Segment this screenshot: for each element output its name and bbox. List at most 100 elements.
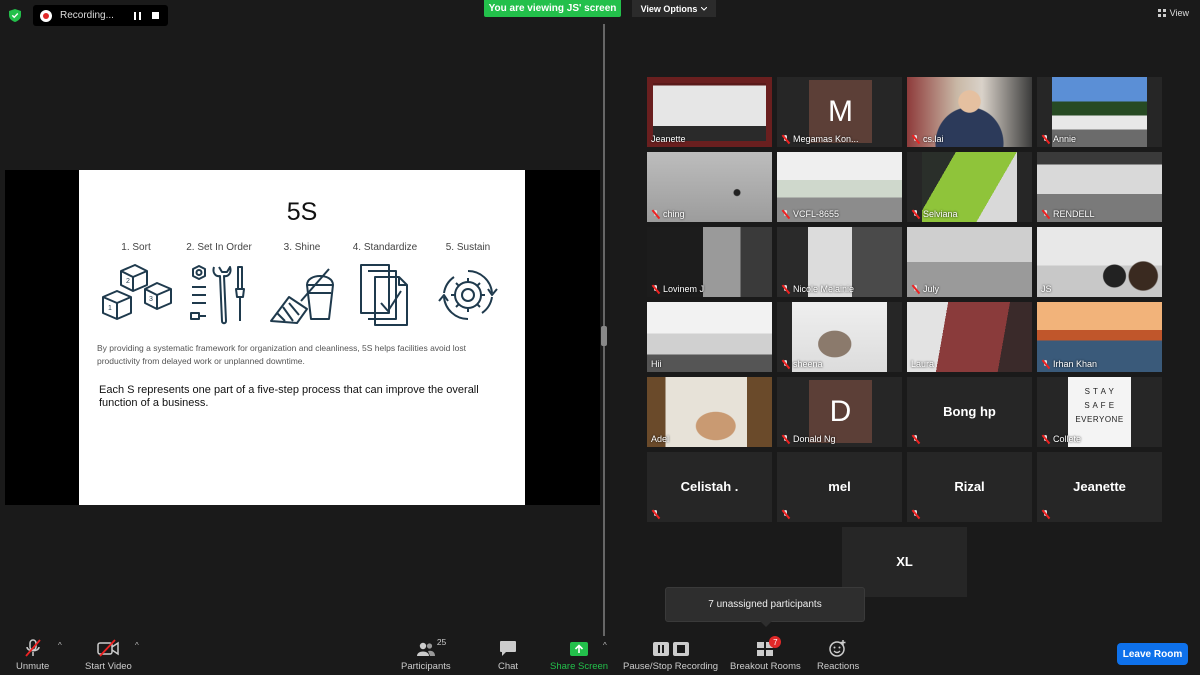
participants-button[interactable]: 25 Participants: [401, 637, 451, 672]
participant-tile[interactable]: July: [907, 227, 1032, 297]
participant-name-label: RENDELL: [1041, 209, 1095, 219]
participant-status: [651, 510, 660, 519]
audio-options-caret[interactable]: ^: [58, 641, 62, 650]
step-label: 3. Shine: [283, 242, 321, 253]
mic-muted-icon: [781, 434, 790, 444]
svg-text:2: 2: [126, 278, 130, 285]
stop-recording-button[interactable]: [148, 9, 162, 23]
breakout-rooms-icon: 7: [756, 636, 782, 657]
video-feed: [647, 302, 772, 372]
participant-tile[interactable]: Annie: [1037, 77, 1162, 147]
step-set-in-order: 2. Set In Order: [178, 242, 260, 327]
share-screen-label: Share Screen: [550, 661, 609, 672]
step-label: 1. Sort: [121, 242, 151, 253]
participants-count: 25: [436, 637, 447, 647]
video-options-caret[interactable]: ^: [135, 641, 139, 650]
pause-stop-recording-button[interactable]: Pause/Stop Recording: [623, 639, 718, 672]
participant-name-label: Selviana: [911, 209, 958, 219]
breakout-rooms-button[interactable]: 7 Breakout Rooms: [730, 636, 801, 672]
participant-status: [911, 510, 920, 519]
pause-stop-recording-label: Pause/Stop Recording: [623, 661, 719, 672]
unmute-button[interactable]: Unmute: [16, 639, 49, 672]
participant-name-label: Donald Ng: [781, 434, 836, 444]
participant-tile[interactable]: Adel: [647, 377, 772, 447]
participant-tile[interactable]: RENDELL: [1037, 152, 1162, 222]
pause-icon: [133, 11, 141, 20]
participant-tile[interactable]: ching: [647, 152, 772, 222]
mic-muted-icon: [911, 284, 920, 294]
step-shine: 3. Shine: [261, 242, 343, 327]
participant-tile[interactable]: Celistah .: [647, 452, 772, 522]
participant-name-label: Adel: [651, 434, 670, 444]
step-label: 4. Standardize: [352, 242, 418, 253]
zoom-meeting-window: Recording... You are viewing JS' screen …: [0, 0, 1200, 675]
step-sustain: 5. Sustain: [427, 242, 509, 327]
mic-muted-icon: [781, 510, 790, 519]
mic-muted-icon: [781, 209, 790, 219]
participant-status: [781, 510, 790, 519]
participant-name-label: ching: [651, 209, 685, 219]
mic-muted-icon: [1041, 510, 1050, 519]
gear-cycle-icon: [438, 269, 498, 321]
view-options-label: View Options: [640, 3, 698, 14]
participant-tile[interactable]: Hii: [647, 302, 772, 372]
video-off-icon: [97, 639, 120, 657]
participant-tile[interactable]: Rizal: [907, 452, 1032, 522]
participant-status: [1041, 510, 1050, 519]
participant-name-label: Irhan Khan: [1041, 359, 1097, 369]
boxes-icon: 2 3 1: [102, 264, 172, 320]
breakout-rooms-label: Breakout Rooms: [730, 661, 801, 672]
participant-name-label: Lovinem J: [651, 284, 704, 294]
participant-tile[interactable]: D Donald Ng: [777, 377, 902, 447]
mic-muted-icon: [651, 209, 660, 219]
step-label: 5. Sustain: [445, 242, 491, 253]
participant-tile[interactable]: Selviana: [907, 152, 1032, 222]
participant-tile[interactable]: mel: [777, 452, 902, 522]
participant-name-label: Jeanette: [651, 134, 686, 144]
participant-tile[interactable]: Nicole Melainie: [777, 227, 902, 297]
divider-drag-handle[interactable]: [601, 326, 607, 346]
share-screen-button[interactable]: Share Screen: [550, 639, 608, 672]
participant-tile[interactable]: sheena: [777, 302, 902, 372]
svg-text:3: 3: [149, 296, 153, 303]
participant-name-label: Megamas Kon...: [781, 134, 859, 144]
pause-stop-icon: [652, 639, 690, 657]
participants-icon: 25: [416, 637, 446, 657]
participant-tile[interactable]: Laura: [907, 302, 1032, 372]
share-options-caret[interactable]: ^: [603, 641, 607, 650]
encryption-shield-icon[interactable]: [9, 9, 21, 22]
participant-tile[interactable]: S T A Y S A F E EVERYONE Collete: [1037, 377, 1162, 447]
participant-status: [911, 435, 920, 444]
participant-tile[interactable]: M Megamas Kon...: [777, 77, 902, 147]
unmute-label: Unmute: [16, 661, 50, 672]
reactions-icon: [829, 639, 847, 657]
participant-tile[interactable]: Jeanette: [647, 77, 772, 147]
mic-muted-icon: [1041, 359, 1050, 369]
participant-tile[interactable]: Bong hp: [907, 377, 1032, 447]
recording-indicator: Recording...: [33, 5, 168, 26]
view-label: View: [1169, 8, 1189, 18]
participant-name-label: VCFL-8655: [781, 209, 839, 219]
mic-muted-icon: [911, 510, 920, 519]
unassigned-participants-tooltip: 7 unassigned participants: [665, 587, 865, 627]
participant-tile[interactable]: VCFL-8655: [777, 152, 902, 222]
start-video-button[interactable]: Start Video: [85, 639, 132, 672]
reactions-button[interactable]: Reactions: [817, 639, 859, 672]
five-s-steps: 1. Sort 2 3 1 2. Set In Order 3. Shine 4…: [95, 242, 509, 327]
pause-recording-button[interactable]: [130, 9, 144, 23]
leave-room-button[interactable]: Leave Room: [1117, 643, 1188, 665]
view-button[interactable]: View: [1157, 8, 1189, 18]
participant-tile[interactable]: Jeanette: [1037, 452, 1162, 522]
participant-tile[interactable]: Irhan Khan: [1037, 302, 1162, 372]
participant-display-name: Jeanette: [1073, 479, 1126, 494]
participant-name-label: Collete: [1041, 434, 1081, 444]
participant-display-name: Bong hp: [943, 404, 996, 419]
mic-muted-icon: [1041, 134, 1050, 144]
participant-tile[interactable]: cs.lai: [907, 77, 1032, 147]
view-options-button[interactable]: View Options: [632, 0, 716, 17]
participant-tile-active-speaker[interactable]: JS: [1037, 227, 1162, 297]
participant-name-label: Nicole Melainie: [781, 284, 854, 294]
participant-tile[interactable]: Lovinem J: [647, 227, 772, 297]
chat-button[interactable]: Chat: [498, 639, 518, 672]
step-standardize: 4. Standardize: [344, 242, 426, 327]
